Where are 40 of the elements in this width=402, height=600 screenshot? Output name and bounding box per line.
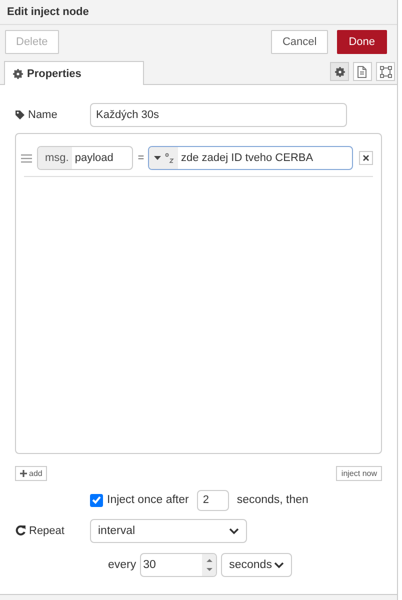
gear-icon [13, 68, 23, 78]
value-field[interactable]: zde zadej ID tveho CERBA [148, 146, 353, 170]
drag-handle-icon [21, 154, 32, 162]
settings-tab-button[interactable] [330, 62, 349, 81]
add-button[interactable]: add [15, 466, 48, 481]
tab[interactable]: Properties [4, 61, 144, 85]
settings-icon [334, 66, 344, 76]
checkbox-label: Inject once after [107, 494, 189, 506]
chevron-icon [229, 526, 239, 534]
remove-button[interactable] [359, 151, 373, 165]
frame-icon [380, 66, 392, 78]
every-label: every [108, 559, 136, 571]
inject-now-button[interactable]: inject now [336, 466, 382, 481]
string-type-icon [164, 153, 174, 163]
repeat-dropdown[interactable]: interval [90, 518, 247, 542]
checkbox[interactable] [90, 494, 103, 506]
dialog-button[interactable]: Cancel [271, 30, 328, 54]
done-button[interactable]: Done [336, 30, 387, 54]
refresh-icon [15, 525, 26, 536]
delay-field[interactable]: 2 [196, 490, 229, 510]
tag-icon [15, 110, 25, 120]
property-field[interactable]: msg. payload [37, 146, 133, 170]
spinner-arrows-icon [206, 558, 213, 572]
plus-icon [20, 470, 27, 477]
caret-icon [154, 156, 160, 160]
interval-field[interactable]: 30 [140, 553, 218, 577]
window-title: Edit inject node [7, 6, 89, 18]
unit-dropdown[interactable]: seconds [221, 553, 292, 577]
property-name: payload [74, 151, 114, 166]
frame-tab-button[interactable] [376, 62, 395, 81]
operator-label: = [136, 152, 146, 164]
document-icon [356, 66, 368, 78]
name-field[interactable]: Každých 30s [90, 102, 347, 126]
document-tab-button[interactable] [353, 62, 372, 81]
field-label: Repeat [29, 524, 64, 536]
close-icon [363, 155, 369, 161]
unit-label: seconds, then [236, 494, 308, 506]
field-label: Name [28, 108, 58, 120]
chevron-icon [274, 561, 284, 569]
property-prefix: msg. [38, 147, 72, 169]
